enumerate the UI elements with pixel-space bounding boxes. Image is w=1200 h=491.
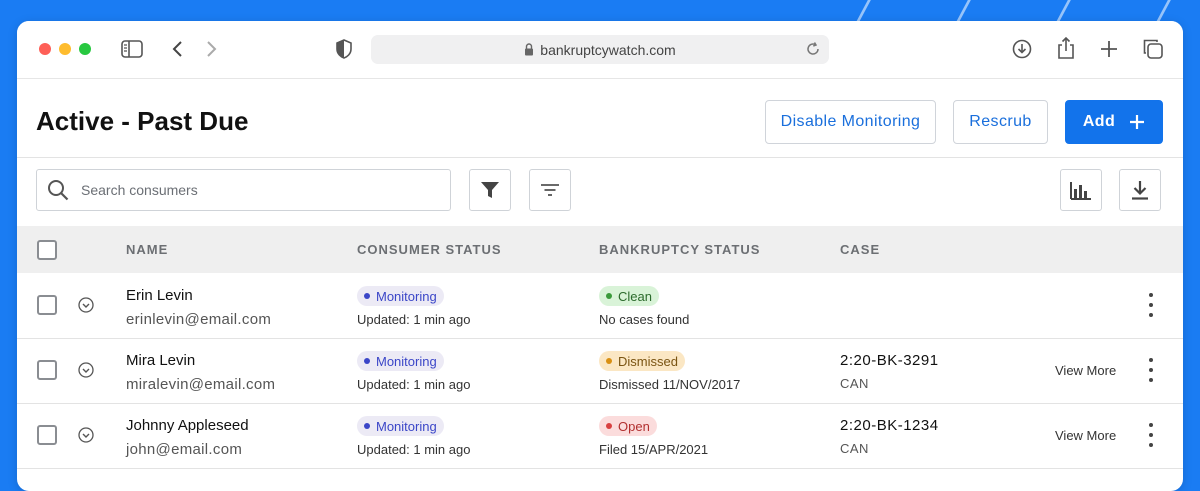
chevron-down-icon[interactable]	[78, 427, 94, 443]
url-text: bankruptcywatch.com	[540, 41, 676, 58]
bankruptcy-detail: Dismissed 11/NOV/2017	[599, 377, 741, 392]
export-button[interactable]	[1119, 169, 1161, 211]
export-icon	[1131, 180, 1149, 200]
consumer-updated: Updated: 1 min ago	[357, 377, 471, 392]
case-number: 2:20-BK-3291	[840, 352, 939, 369]
table-row[interactable]: Erin Levin erinlevin@email.com Monitorin…	[17, 273, 1183, 339]
close-window-button[interactable]	[39, 43, 51, 55]
bankruptcy-status-label: Clean	[618, 288, 652, 304]
download-icon[interactable]	[1011, 38, 1033, 60]
bankruptcy-status-badge: Dismissed	[599, 351, 685, 371]
case-type: CAN	[840, 376, 869, 391]
column-header-case[interactable]: CASE	[840, 242, 880, 257]
plus-icon	[1129, 114, 1145, 130]
column-header-consumer-status[interactable]: CONSUMER STATUS	[357, 242, 502, 257]
search-icon	[47, 179, 69, 201]
bankruptcy-detail: No cases found	[599, 312, 690, 327]
consumer-status-badge: Monitoring	[357, 416, 444, 436]
chevron-down-icon[interactable]	[78, 297, 94, 313]
bankruptcy-status-badge: Open	[599, 416, 657, 436]
tabs-icon[interactable]	[1142, 38, 1164, 60]
consumer-name[interactable]: Erin Levin	[126, 287, 193, 304]
header-divider	[17, 157, 1183, 158]
consumer-status-label: Monitoring	[376, 418, 437, 434]
row-checkbox[interactable]	[37, 360, 57, 380]
table-row[interactable]: Mira Levin miralevin@email.com Monitorin…	[17, 338, 1183, 404]
page-title: Active - Past Due	[36, 106, 249, 136]
maximize-window-button[interactable]	[79, 43, 91, 55]
consumer-status-badge: Monitoring	[357, 351, 444, 371]
reload-icon[interactable]	[805, 41, 821, 60]
consumer-updated: Updated: 1 min ago	[357, 442, 471, 457]
filter-button[interactable]	[469, 169, 511, 211]
add-label: Add	[1082, 113, 1116, 130]
consumer-status-label: Monitoring	[376, 353, 437, 369]
filter-icon	[480, 180, 500, 200]
address-bar[interactable]: bankruptcywatch.com	[371, 35, 829, 64]
case-number: 2:20-BK-1234	[840, 417, 939, 434]
consumer-email: john@email.com	[126, 441, 243, 458]
consumer-updated: Updated: 1 min ago	[357, 312, 471, 327]
background-stripe	[1156, 0, 1171, 22]
consumer-status-badge: Monitoring	[357, 286, 444, 306]
new-tab-icon[interactable]	[1098, 38, 1120, 60]
minimize-window-button[interactable]	[59, 43, 71, 55]
consumer-email: erinlevin@email.com	[126, 311, 272, 328]
rescrub-button[interactable]: Rescrub	[953, 100, 1048, 144]
sort-icon	[540, 182, 560, 198]
kebab-icon[interactable]	[1146, 358, 1156, 382]
back-icon[interactable]	[167, 38, 187, 60]
disable-monitoring-button[interactable]: Disable Monitoring	[765, 100, 936, 144]
column-header-name[interactable]: NAME	[126, 242, 168, 257]
disable-monitoring-label: Disable Monitoring	[780, 113, 921, 130]
chevron-down-icon[interactable]	[78, 362, 94, 378]
case-type: CAN	[840, 441, 869, 456]
view-more-link[interactable]: View More	[1055, 428, 1116, 443]
sort-button[interactable]	[529, 169, 571, 211]
forward-icon[interactable]	[202, 38, 222, 60]
share-icon[interactable]	[1055, 36, 1077, 60]
browser-toolbar: bankruptcywatch.com	[17, 21, 1183, 79]
bankruptcy-detail: Filed 15/APR/2021	[599, 442, 709, 457]
consumer-name[interactable]: Mira Levin	[126, 352, 195, 369]
kebab-icon[interactable]	[1146, 293, 1156, 317]
row-checkbox[interactable]	[37, 295, 57, 315]
consumer-name[interactable]: Johnny Appleseed	[126, 417, 249, 434]
chart-button[interactable]	[1060, 169, 1102, 211]
consumer-status-label: Monitoring	[376, 288, 437, 304]
table-row[interactable]: Johnny Appleseed john@email.com Monitori…	[17, 403, 1183, 469]
kebab-icon[interactable]	[1146, 423, 1156, 447]
bankruptcy-status-label: Open	[618, 418, 650, 434]
view-more-link[interactable]: View More	[1055, 363, 1116, 378]
bankruptcy-status-label: Dismissed	[618, 353, 678, 369]
table-header: NAME CONSUMER STATUS BANKRUPTCY STATUS C…	[17, 226, 1183, 273]
sidebar-icon[interactable]	[120, 38, 144, 60]
consumer-email: miralevin@email.com	[126, 376, 276, 393]
background-stripe	[1056, 0, 1071, 22]
search-box	[36, 169, 451, 211]
select-all-checkbox[interactable]	[37, 240, 57, 260]
shield-icon[interactable]	[334, 38, 354, 60]
background-stripe	[856, 0, 871, 22]
rescrub-label: Rescrub	[969, 113, 1032, 130]
bankruptcy-status-badge: Clean	[599, 286, 659, 306]
add-button[interactable]: Add	[1065, 100, 1163, 144]
background-stripe	[956, 0, 971, 22]
chart-icon	[1070, 180, 1092, 200]
row-checkbox[interactable]	[37, 425, 57, 445]
search-input[interactable]	[79, 181, 403, 199]
column-header-bankruptcy-status[interactable]: BANKRUPTCY STATUS	[599, 242, 760, 257]
browser-window: bankruptcywatch.com Active - Past Due Di…	[17, 21, 1183, 491]
lock-icon	[524, 43, 534, 56]
